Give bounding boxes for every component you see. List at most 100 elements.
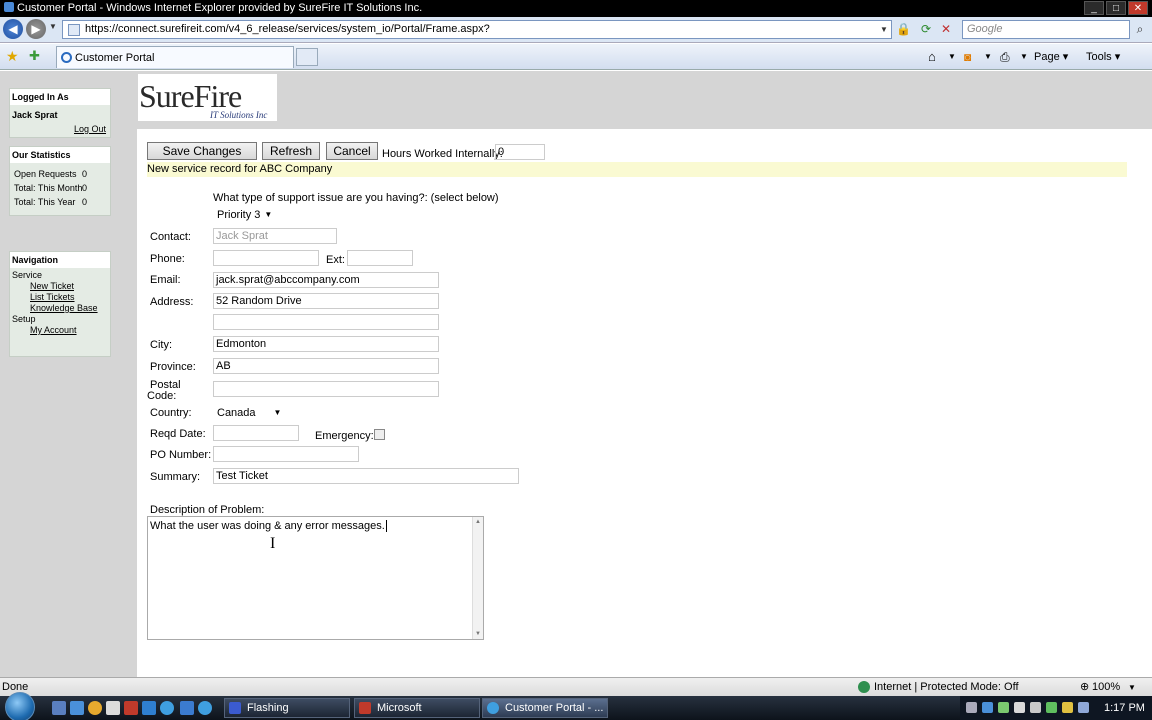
province-field[interactable]: AB [213,358,439,374]
email-label: Email: [150,274,181,286]
taskbar-item[interactable]: Flashing [224,698,350,718]
contact-label: Contact: [150,231,191,243]
tray-icon[interactable] [982,702,993,713]
ie-icon[interactable] [198,701,212,715]
tools-menu[interactable]: Tools ▾ [1086,49,1120,65]
address-input[interactable]: https://connect.surefireit.com/v4_6_rele… [62,20,892,39]
summary-field[interactable]: Test Ticket [213,468,519,484]
new-tab-button[interactable] [296,48,318,66]
tray-expand-icon[interactable] [966,702,977,713]
country-value: Canada [217,407,256,419]
taskbar-item[interactable]: Microsoft PowerPoi... [354,698,480,718]
nav-my-account[interactable]: My Account [30,325,77,335]
firefox-icon[interactable] [88,701,102,715]
tab-customer-portal[interactable]: Customer Portal [56,46,294,68]
city-field[interactable]: Edmonton [213,336,439,352]
home-dropdown-icon[interactable]: ▼ [948,49,956,65]
search-icon[interactable]: ⌕ [1132,21,1148,37]
app-icon[interactable] [106,701,120,715]
text-caret [385,520,387,532]
print-dropdown-icon[interactable]: ▼ [1020,49,1028,65]
nav-list-tickets[interactable]: List Tickets [30,292,75,302]
ext-field[interactable] [347,250,413,266]
stop-icon[interactable]: ✕ [938,21,954,37]
emergency-label: Emergency: [315,430,374,442]
security-zone-text[interactable]: Internet | Protected Mode: Off [874,678,1019,697]
add-favorite-icon[interactable]: ✚ [29,48,40,64]
ie-quicklaunch-icon[interactable] [160,701,174,715]
close-button[interactable]: ✕ [1128,1,1148,15]
history-dropdown-icon[interactable]: ▼ [49,22,57,31]
description-textarea[interactable]: What the user was doing & any error mess… [147,516,484,640]
favorites-star-icon[interactable]: ★ [6,48,19,65]
hours-worked-input[interactable]: 0 [495,144,545,160]
forward-button[interactable]: ▶ [26,19,46,39]
clock[interactable]: 1:17 PM [1104,696,1145,720]
tools-menu-label: Tools [1086,51,1112,63]
address-line2-field[interactable] [213,314,439,330]
reqd-date-field[interactable] [213,425,299,441]
chevron-down-icon: ▼ [264,210,273,219]
tray-icon[interactable] [1046,702,1057,713]
window-title-bar: Customer Portal - Windows Internet Explo… [0,0,1152,17]
volume-icon[interactable] [1030,702,1041,713]
app-icon[interactable] [142,701,156,715]
emergency-checkbox[interactable] [374,429,385,440]
contact-field[interactable]: Jack Sprat [213,228,337,244]
logout-link[interactable]: Log Out [74,124,106,134]
zoom-level[interactable]: 100% [1092,678,1120,697]
url-dropdown-icon[interactable]: ▼ [880,25,888,34]
nav-knowledge-base[interactable]: Knowledge Base [30,303,98,313]
start-button[interactable] [5,692,35,720]
taskbar-item-label: Microsoft PowerPoi... [377,702,422,714]
save-changes-button[interactable]: Save Changes [147,142,257,160]
refresh-button[interactable]: Refresh [262,142,320,160]
nav-section-service: Service [12,270,43,280]
country-select[interactable]: Canada ▼ [217,405,281,421]
page-content: Logged In As Jack Sprat Log Out Our Stat… [0,71,1152,677]
print-icon[interactable]: ⎙ [1000,49,1010,65]
address-field[interactable]: 52 Random Drive [213,293,439,309]
home-icon[interactable]: ⌂ [928,49,936,65]
page-menu[interactable]: Page ▾ [1034,49,1068,65]
minimize-button[interactable]: _ [1084,1,1104,15]
citrix-icon[interactable] [180,701,194,715]
lock-icon[interactable]: 🔒 [896,22,911,36]
network-icon[interactable] [1014,702,1025,713]
zoom-dropdown-icon[interactable]: ▼ [1128,678,1136,697]
description-text: What the user was doing & any error mess… [150,520,385,532]
tray-icon[interactable] [1078,702,1089,713]
cancel-button[interactable]: Cancel [326,142,378,160]
ie-icon [487,702,499,714]
scroll-up-icon[interactable]: ▲ [475,519,481,525]
back-button[interactable]: ◀ [3,19,23,39]
textarea-scrollbar[interactable]: ▲ ▼ [472,517,483,639]
phone-field[interactable] [213,250,319,266]
switch-windows-icon[interactable] [70,701,84,715]
feeds-icon[interactable]: ◙ [964,49,971,65]
powerpoint-icon[interactable] [124,701,138,715]
navigation-title: Navigation [10,252,110,268]
stat-label: Open Requests [14,169,77,179]
maximize-button[interactable]: □ [1106,1,1126,15]
chevron-down-icon: ▼ [273,408,282,417]
nav-new-ticket[interactable]: New Ticket [30,281,74,291]
taskbar-item[interactable]: Customer Portal - ... [482,698,608,718]
email-field[interactable]: jack.sprat@abccompany.com [213,272,439,288]
postal-code-field[interactable] [213,381,439,397]
priority-select[interactable]: Priority 3 ▼ [217,207,272,223]
powerpoint-icon [359,702,371,714]
ie-icon [4,2,14,12]
feeds-dropdown-icon[interactable]: ▼ [984,49,992,65]
tray-icon[interactable] [1062,702,1073,713]
refresh-icon[interactable]: ⟳ [918,21,934,37]
surefire-logo: SureFire IT Solutions Inc [138,74,277,121]
scroll-down-icon[interactable]: ▼ [475,631,481,637]
show-desktop-icon[interactable] [52,701,66,715]
zoom-icon[interactable]: ⊕ [1080,678,1089,697]
po-number-field[interactable] [213,446,359,462]
logged-in-user: Jack Sprat [12,110,58,120]
search-input[interactable]: Google [962,20,1130,39]
city-label: City: [150,339,172,351]
tray-icon[interactable] [998,702,1009,713]
